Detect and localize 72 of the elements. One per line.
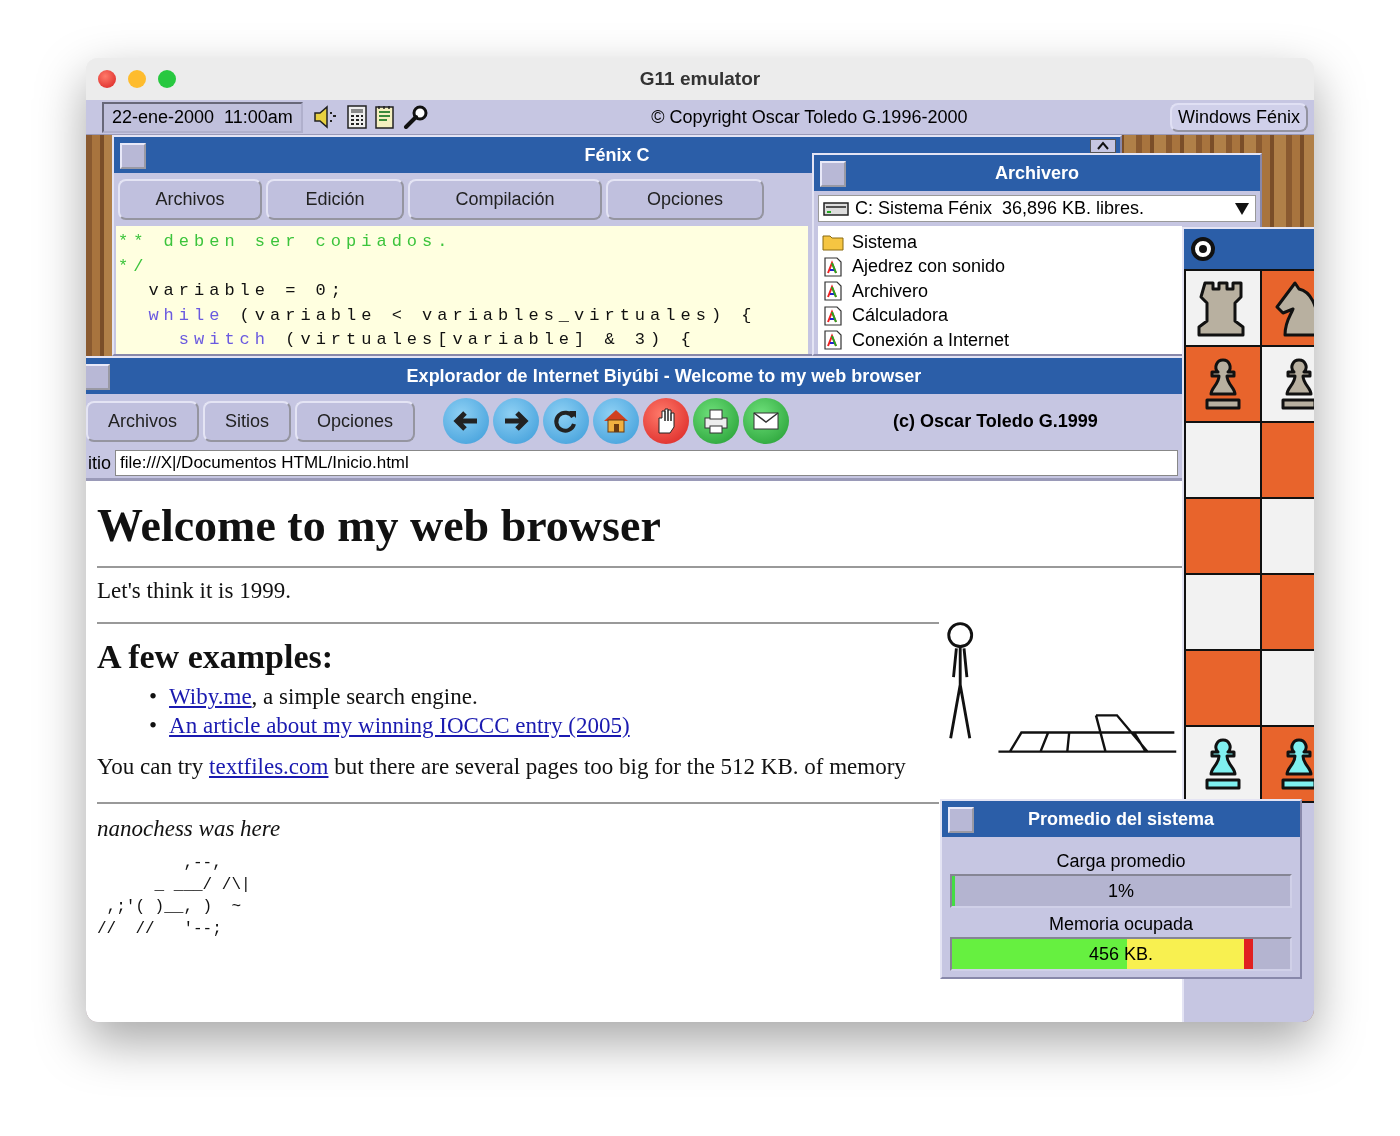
window-title: Fénix C (584, 144, 650, 166)
board-square[interactable] (1262, 727, 1314, 801)
menu-button[interactable]: Compilación (408, 179, 602, 220)
menu-button[interactable]: Opciones (606, 179, 764, 220)
menu-button[interactable]: Opciones (295, 400, 416, 442)
window-title: G11 emulator (639, 68, 761, 90)
page-heading: Welcome to my web browser (97, 499, 662, 552)
date-time: 22-ene-2000 11:00am (102, 101, 303, 133)
code-line: */ (118, 255, 150, 278)
reload-button[interactable] (543, 398, 590, 444)
list-item: Wiby.me, a simple search engine. (169, 683, 478, 711)
magnifier-icon[interactable] (402, 105, 429, 129)
menu-button[interactable]: Edición (266, 179, 404, 220)
board-square[interactable] (1262, 347, 1314, 421)
bullet: • (149, 683, 158, 711)
link[interactable]: Wiby.me (169, 684, 252, 709)
code-line: switch (virtuales[variable] & 3) { (177, 329, 697, 351)
calculator-icon[interactable] (346, 105, 367, 129)
link[interactable]: textfiles.com (209, 754, 329, 779)
credit-text: (c) Oscar Toledo G.1999 (893, 410, 1098, 432)
code-line: variable = 0; (147, 280, 348, 302)
code-line: ** deben ser copiados. (118, 231, 454, 253)
window-title: Explorador de Internet Biyúbi - Welcome to my web browser (405, 365, 922, 387)
folder-icon (822, 233, 844, 252)
stop-button[interactable] (643, 398, 690, 444)
document-icon (822, 330, 844, 351)
notepad-icon[interactable] (374, 105, 395, 129)
forward-button[interactable] (493, 398, 540, 444)
meter-label: Carga promedio (1055, 851, 1187, 872)
board-square[interactable] (1262, 271, 1314, 345)
drive-icon (823, 200, 849, 217)
copyright-text: © Copyright Oscar Toledo G.1996-2000 (650, 106, 969, 128)
speaker-icon[interactable] (312, 105, 339, 129)
meter-reading: 1% (1107, 879, 1135, 903)
window-title: Promedio del sistema (1027, 808, 1215, 830)
link[interactable]: An article about my winning IOCCC entry (2005) (169, 713, 630, 738)
circle-icon[interactable] (1190, 236, 1216, 262)
menu-button[interactable]: Archivos (86, 400, 200, 442)
dropdown-arrow-icon (1233, 200, 1251, 217)
bullet: • (149, 712, 158, 740)
section-heading: A few examples: (97, 638, 335, 676)
file-item[interactable]: Ajedrez con sonido (822, 254, 1178, 279)
mail-button[interactable] (743, 398, 790, 444)
board-square[interactable] (1186, 727, 1260, 801)
paragraph: You can try textfiles.com but there are several pages too big for the 512 KB. of memory (97, 753, 907, 781)
menu-button[interactable]: Archivos (118, 179, 262, 220)
code-line: while (variable < variables_virtuales) { (147, 304, 758, 327)
code-editor[interactable]: ** deben ser copiados. */ variable = 0; while (variable < variables_virtuales) { switch (virtuales[variable] & 3) { (116, 226, 808, 354)
meter-label: Memoria ocupada (1047, 914, 1195, 935)
file-item[interactable]: Archivero (822, 279, 1178, 304)
back-button[interactable] (443, 398, 490, 444)
signature-text: nanochess was here (97, 816, 282, 842)
close-button[interactable] (98, 70, 116, 88)
file-item[interactable]: Sistema (822, 230, 1178, 255)
window-title: Archivero (994, 162, 1079, 184)
file-item[interactable]: Cálculadora (822, 303, 1178, 328)
address-field[interactable]: file:///X|/Documentos HTML/Inicio.html (115, 450, 1178, 476)
document-icon (822, 305, 844, 326)
ascii-art: ,--, _ ___/ /\| ,;'( )__, ) ~ // // '--; (97, 853, 252, 940)
menu-button[interactable]: Sitios (203, 400, 292, 442)
file-item[interactable]: Conexión a Internet (822, 328, 1178, 353)
address-label: itio (87, 452, 111, 474)
document-icon (822, 281, 844, 302)
print-button[interactable] (693, 398, 740, 444)
drive-dropdown[interactable]: C: Sistema Fénix 36,896 KB. libres. (818, 195, 1256, 222)
board-square[interactable] (1186, 347, 1260, 421)
document-icon (822, 256, 844, 277)
home-button[interactable] (593, 398, 640, 444)
intro-text: Let's think it is 1999. (97, 578, 292, 604)
board-square[interactable] (1186, 271, 1260, 345)
caret-up-icon[interactable] (1090, 139, 1116, 153)
windows-button[interactable]: Windows Fénix (1169, 102, 1308, 132)
